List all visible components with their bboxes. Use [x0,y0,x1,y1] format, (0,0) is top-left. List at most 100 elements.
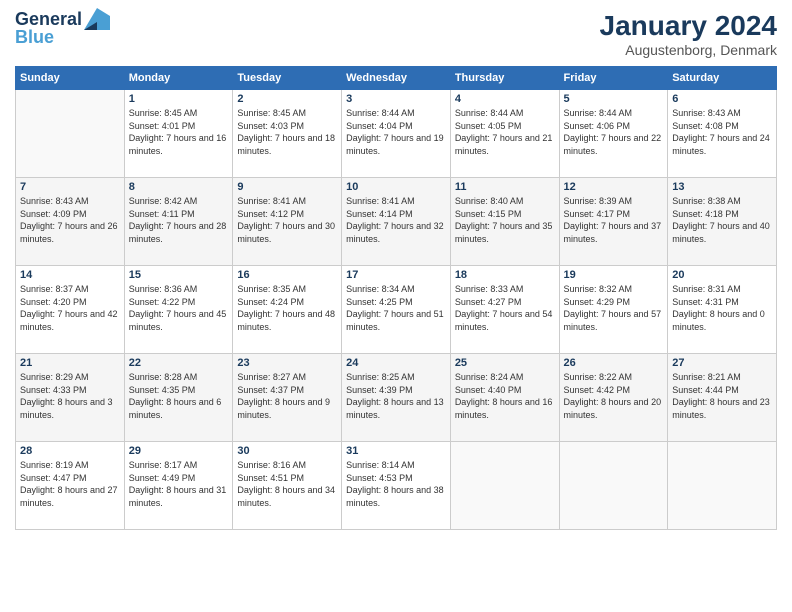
location: Augustenborg, Denmark [600,42,777,58]
calendar-cell: 1 Sunrise: 8:45 AMSunset: 4:01 PMDaylight… [124,90,233,178]
cell-info: Sunrise: 8:32 AMSunset: 4:29 PMDaylight:… [564,283,664,333]
day-number: 28 [20,445,120,457]
cell-info: Sunrise: 8:42 AMSunset: 4:11 PMDaylight:… [129,195,229,245]
day-number: 18 [455,269,555,281]
weekday-header-sunday: Sunday [16,67,125,90]
cell-info: Sunrise: 8:28 AMSunset: 4:35 PMDaylight:… [129,371,229,421]
day-number: 7 [20,181,120,193]
day-number: 30 [237,445,337,457]
calendar-cell: 6 Sunrise: 8:43 AMSunset: 4:08 PMDaylight… [668,90,777,178]
day-number: 31 [346,445,446,457]
day-number: 24 [346,357,446,369]
calendar-cell: 26Sunrise: 8:22 AMSunset: 4:42 PMDayligh… [559,354,668,442]
cell-info: Sunrise: 8:41 AMSunset: 4:12 PMDaylight:… [237,195,337,245]
calendar-cell: 9 Sunrise: 8:41 AMSunset: 4:12 PMDaylight… [233,178,342,266]
title-block: January 2024 Augustenborg, Denmark [600,10,777,58]
week-row-0: 1 Sunrise: 8:45 AMSunset: 4:01 PMDaylight… [16,90,777,178]
cell-info: Sunrise: 8:41 AMSunset: 4:14 PMDaylight:… [346,195,446,245]
calendar-cell: 4 Sunrise: 8:44 AMSunset: 4:05 PMDaylight… [450,90,559,178]
calendar-cell: 25 Sunrise: 8:24 AMSunset: 4:40 PMDayligh… [450,354,559,442]
day-number: 29 [129,445,229,457]
week-row-4: 28 Sunrise: 8:19 AMSunset: 4:47 PMDayligh… [16,442,777,530]
cell-info: Sunrise: 8:22 AMSunset: 4:42 PMDaylight:… [564,371,664,421]
calendar-cell: 11 Sunrise: 8:40 AMSunset: 4:15 PMDayligh… [450,178,559,266]
day-number: 2 [237,93,337,105]
cell-info: Sunrise: 8:40 AMSunset: 4:15 PMDaylight:… [455,195,555,245]
header: General Blue January 2024 Augustenborg, … [15,10,777,58]
day-number: 14 [20,269,120,281]
calendar-cell: 28 Sunrise: 8:19 AMSunset: 4:47 PMDayligh… [16,442,125,530]
cell-info: Sunrise: 8:39 AMSunset: 4:17 PMDaylight:… [564,195,664,245]
day-number: 9 [237,181,337,193]
day-number: 8 [129,181,229,193]
calendar-cell: 23Sunrise: 8:27 AMSunset: 4:37 PMDayligh… [233,354,342,442]
cell-info: Sunrise: 8:37 AMSunset: 4:20 PMDaylight:… [20,283,120,333]
day-number: 12 [564,181,664,193]
calendar-cell: 3 Sunrise: 8:44 AMSunset: 4:04 PMDaylight… [342,90,451,178]
calendar-cell: 10 Sunrise: 8:41 AMSunset: 4:14 PMDayligh… [342,178,451,266]
calendar-cell: 19 Sunrise: 8:32 AMSunset: 4:29 PMDayligh… [559,266,668,354]
cell-info: Sunrise: 8:14 AMSunset: 4:53 PMDaylight:… [346,459,446,509]
day-number: 5 [564,93,664,105]
day-number: 10 [346,181,446,193]
cell-info: Sunrise: 8:44 AMSunset: 4:06 PMDaylight:… [564,107,664,157]
cell-info: Sunrise: 8:25 AMSunset: 4:39 PMDaylight:… [346,371,446,421]
cell-info: Sunrise: 8:24 AMSunset: 4:40 PMDaylight:… [455,371,555,421]
calendar-cell: 22 Sunrise: 8:28 AMSunset: 4:35 PMDayligh… [124,354,233,442]
day-number: 1 [129,93,229,105]
cell-info: Sunrise: 8:38 AMSunset: 4:18 PMDaylight:… [672,195,772,245]
calendar-cell: 21 Sunrise: 8:29 AMSunset: 4:33 PMDayligh… [16,354,125,442]
day-number: 11 [455,181,555,193]
calendar-table: SundayMondayTuesdayWednesdayThursdayFrid… [15,66,777,530]
day-number: 20 [672,269,772,281]
cell-info: Sunrise: 8:45 AMSunset: 4:03 PMDaylight:… [237,107,337,157]
calendar-cell: 14 Sunrise: 8:37 AMSunset: 4:20 PMDayligh… [16,266,125,354]
calendar-cell: 20 Sunrise: 8:31 AMSunset: 4:31 PMDayligh… [668,266,777,354]
month-title: January 2024 [600,10,777,42]
weekday-header-friday: Friday [559,67,668,90]
calendar-cell: 2 Sunrise: 8:45 AMSunset: 4:03 PMDaylight… [233,90,342,178]
weekday-header-saturday: Saturday [668,67,777,90]
day-number: 15 [129,269,229,281]
calendar-cell: 29 Sunrise: 8:17 AMSunset: 4:49 PMDayligh… [124,442,233,530]
calendar-cell: 24 Sunrise: 8:25 AMSunset: 4:39 PMDayligh… [342,354,451,442]
day-number: 16 [237,269,337,281]
calendar-cell: 17Sunrise: 8:34 AMSunset: 4:25 PMDayligh… [342,266,451,354]
cell-info: Sunrise: 8:21 AMSunset: 4:44 PMDaylight:… [672,371,772,421]
day-number: 23 [237,357,337,369]
logo-blue: Blue [15,28,54,48]
calendar-cell: 13 Sunrise: 8:38 AMSunset: 4:18 PMDayligh… [668,178,777,266]
day-number: 3 [346,93,446,105]
calendar-cell [450,442,559,530]
cell-info: Sunrise: 8:33 AMSunset: 4:27 PMDaylight:… [455,283,555,333]
cell-info: Sunrise: 8:34 AMSunset: 4:25 PMDaylight:… [346,283,446,333]
calendar-cell: 31 Sunrise: 8:14 AMSunset: 4:53 PMDayligh… [342,442,451,530]
day-number: 6 [672,93,772,105]
calendar-cell: 15Sunrise: 8:36 AMSunset: 4:22 PMDayligh… [124,266,233,354]
day-number: 25 [455,357,555,369]
calendar-cell: 16Sunrise: 8:35 AMSunset: 4:24 PMDayligh… [233,266,342,354]
calendar-cell: 18 Sunrise: 8:33 AMSunset: 4:27 PMDayligh… [450,266,559,354]
cell-info: Sunrise: 8:16 AMSunset: 4:51 PMDaylight:… [237,459,337,509]
cell-info: Sunrise: 8:45 AMSunset: 4:01 PMDaylight:… [129,107,229,157]
day-number: 13 [672,181,772,193]
weekday-header-monday: Monday [124,67,233,90]
cell-info: Sunrise: 8:29 AMSunset: 4:33 PMDaylight:… [20,371,120,421]
logo: General Blue [15,10,110,48]
cell-info: Sunrise: 8:17 AMSunset: 4:49 PMDaylight:… [129,459,229,509]
cell-info: Sunrise: 8:44 AMSunset: 4:04 PMDaylight:… [346,107,446,157]
calendar-cell [16,90,125,178]
day-number: 22 [129,357,229,369]
cell-info: Sunrise: 8:43 AMSunset: 4:08 PMDaylight:… [672,107,772,157]
cell-info: Sunrise: 8:31 AMSunset: 4:31 PMDaylight:… [672,283,772,333]
cell-info: Sunrise: 8:44 AMSunset: 4:05 PMDaylight:… [455,107,555,157]
calendar-cell: 7 Sunrise: 8:43 AMSunset: 4:09 PMDaylight… [16,178,125,266]
cell-info: Sunrise: 8:19 AMSunset: 4:47 PMDaylight:… [20,459,120,509]
calendar-cell [668,442,777,530]
week-row-3: 21 Sunrise: 8:29 AMSunset: 4:33 PMDayligh… [16,354,777,442]
day-number: 19 [564,269,664,281]
cell-info: Sunrise: 8:43 AMSunset: 4:09 PMDaylight:… [20,195,120,245]
logo-icon [84,8,110,30]
day-number: 21 [20,357,120,369]
day-number: 4 [455,93,555,105]
